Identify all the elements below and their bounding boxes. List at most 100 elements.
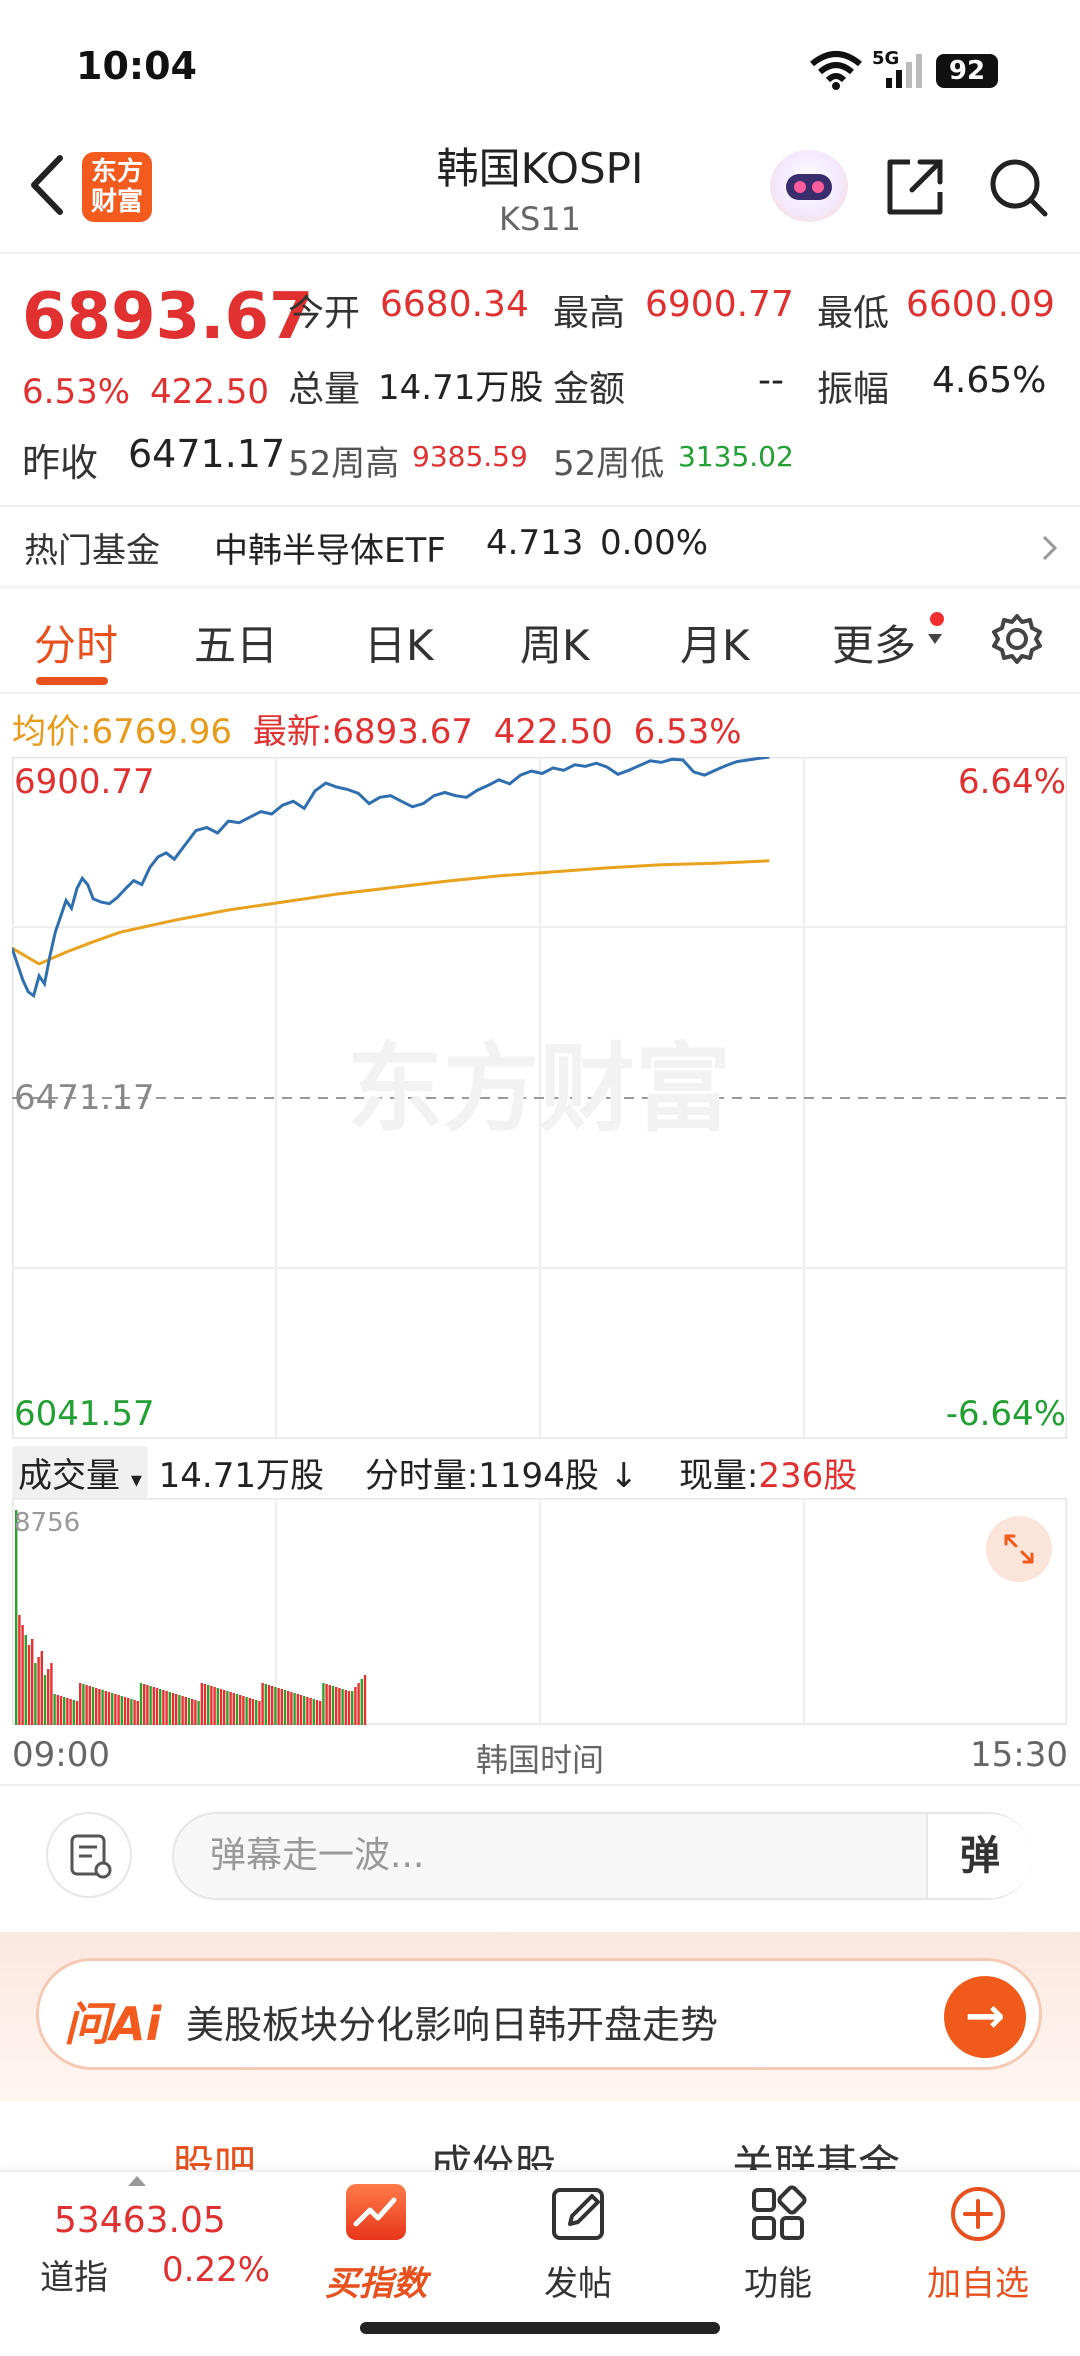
tab-month-k[interactable]: 月K <box>680 612 750 673</box>
trend-chart-icon[interactable] <box>346 2184 406 2240</box>
prev-close-label: 昨收 <box>22 441 99 485</box>
chart-watermark: 东方财富 <box>347 1033 731 1145</box>
danmu-toggle-button[interactable]: 弹 <box>926 1814 1032 1898</box>
status-time: 10:04 <box>76 44 197 88</box>
chart-bottom-price: 6041.57 <box>14 1394 155 1434</box>
volume-bar <box>136 1701 139 1725</box>
hot-fund-row[interactable]: 热门基金 中韩半导体ETF 4.713 0.00% <box>0 505 1080 585</box>
volume-bar <box>123 1697 127 1725</box>
latest-change: 422.50 <box>493 712 613 752</box>
latest-value: 6893.67 <box>332 712 473 752</box>
volume-bar <box>197 1701 200 1725</box>
ai-question-text[interactable]: 美股板块分化影响日韩开盘走势 <box>186 1994 718 2049</box>
volume-bar <box>200 1683 203 1725</box>
volume-bar <box>363 1675 367 1725</box>
volume-bar <box>133 1700 136 1725</box>
change-percent: 6.53% <box>22 372 131 412</box>
volume-bar <box>258 1701 261 1725</box>
volume-bar <box>280 1689 283 1725</box>
minute-vol-value: 1194股 <box>478 1456 599 1496</box>
volume-bar <box>328 1685 331 1725</box>
volume-bar <box>341 1689 344 1725</box>
volume-bar <box>75 1701 79 1725</box>
latest-pct: 6.53% <box>633 712 742 752</box>
chart-mid-price: 6471.17 <box>14 1078 155 1118</box>
function-grid-icon[interactable] <box>748 2184 808 2244</box>
volume-bar <box>194 1700 197 1725</box>
volume-max-label: 8756 <box>14 1508 81 1538</box>
low-label: 最低 <box>817 293 890 334</box>
tab-five-day[interactable]: 五日 <box>194 612 278 673</box>
tab-more[interactable]: 更多 <box>832 612 916 673</box>
volume-bar <box>111 1693 114 1725</box>
volume-bar <box>155 1688 159 1725</box>
volume-bar <box>306 1697 309 1725</box>
volume-bar <box>351 1691 354 1725</box>
volume-bar <box>264 1684 267 1725</box>
volume-bar <box>27 1645 31 1725</box>
volume-bar <box>283 1690 287 1725</box>
edit-post-icon[interactable] <box>548 2184 608 2244</box>
volume-bar <box>274 1687 277 1725</box>
chart-bottom-divider <box>0 1784 1080 1786</box>
high-label: 最高 <box>553 293 626 334</box>
time-axis-label: 韩国时间 <box>475 1741 604 1779</box>
volume-bar <box>239 1695 242 1725</box>
volume-selector[interactable]: 成交量 ▾ <box>12 1446 148 1499</box>
volume-bar <box>319 1701 322 1725</box>
hot-fund-label: 热门基金 <box>24 531 160 571</box>
tab-fenshi[interactable]: 分时 <box>34 612 118 673</box>
volume-bar <box>303 1696 306 1725</box>
nav-function[interactable]: 功能 <box>708 2256 848 2305</box>
volume-total: 14.71万股 <box>158 1456 325 1496</box>
volume-bar <box>360 1679 363 1725</box>
share-icon[interactable] <box>882 154 948 220</box>
expand-icon[interactable] <box>986 1516 1052 1582</box>
latest-label: 最新: <box>252 712 333 752</box>
nav-post[interactable]: 发帖 <box>508 2256 648 2305</box>
volume-bar <box>181 1696 184 1725</box>
tab-week-k[interactable]: 周K <box>520 612 590 673</box>
volume-bar <box>235 1694 239 1725</box>
search-icon[interactable] <box>985 154 1051 220</box>
volume-bar <box>322 1683 325 1725</box>
settings-gear-icon[interactable] <box>990 612 1044 666</box>
danmu-input[interactable]: 弹幕走一波... <box>172 1812 1032 1900</box>
volume-bar <box>216 1688 219 1725</box>
volume-bar <box>191 1699 194 1725</box>
ticker-index-value[interactable]: 53463.05 <box>54 2200 226 2241</box>
ai-robot-avatar[interactable] <box>770 150 848 222</box>
ticker-index-name: 道指 <box>40 2258 108 2298</box>
price-info-row: 均价:6769.96 最新:6893.67 422.50 6.53% <box>12 704 742 753</box>
time-axis-end: 15:30 <box>970 1735 1068 1775</box>
volume-bar <box>335 1687 338 1725</box>
expand-up-icon[interactable] <box>128 2176 146 2186</box>
volume-bar <box>101 1690 104 1725</box>
chart-bottom-pct: -6.64% <box>945 1394 1066 1434</box>
tab-day-k[interactable]: 日K <box>364 612 434 673</box>
add-circle-icon[interactable] <box>948 2184 1008 2244</box>
volume-bar <box>152 1687 155 1725</box>
nav-buy-index[interactable]: 买指数 <box>306 2256 446 2305</box>
volume-bar <box>299 1695 303 1725</box>
arrow-right-icon[interactable]: → <box>944 1976 1026 2058</box>
volume-bar <box>168 1692 171 1725</box>
volume-bar <box>114 1694 117 1725</box>
current-vol-value: 236股 <box>758 1456 858 1496</box>
intraday-chart[interactable]: 东方财富 <box>12 757 1067 1439</box>
nav-add-watchlist[interactable]: 加自选 <box>908 2256 1048 2305</box>
change-amount: 422.50 <box>150 372 269 412</box>
ticker-index-pct: 0.22% <box>162 2250 271 2290</box>
volume-bar <box>171 1693 175 1725</box>
volume-bar <box>107 1692 111 1725</box>
wifi-icon <box>810 51 862 90</box>
comment-list-icon[interactable] <box>46 1812 132 1898</box>
volume-bar <box>63 1697 66 1725</box>
volume-bar <box>354 1687 357 1725</box>
volume-bar <box>34 1663 37 1725</box>
volume-bar <box>187 1698 191 1725</box>
volume-value: 14.71万股 <box>378 368 544 408</box>
volume-bar <box>130 1699 133 1725</box>
volume-bar <box>95 1688 98 1725</box>
volume-bar <box>91 1687 95 1725</box>
